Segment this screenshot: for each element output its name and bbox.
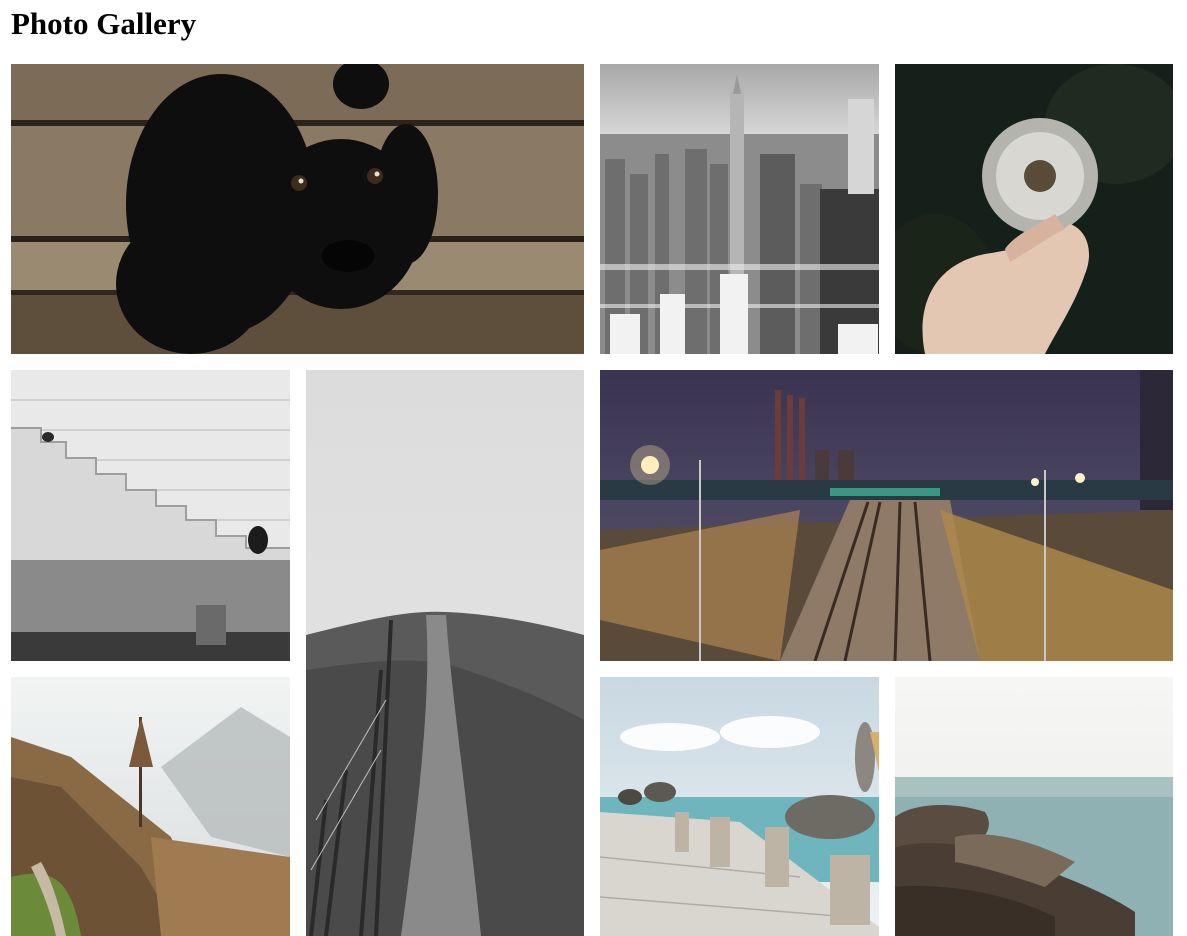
photo-stairs[interactable] [11,370,290,661]
photo-forest[interactable] [11,677,290,936]
photo-pelican[interactable] [600,677,879,936]
dog-photo-image [11,64,584,354]
stairs-photo-image [11,370,290,661]
page: Photo Gallery [0,0,1187,936]
city-photo-image [600,64,879,354]
dandelion-photo-image [895,64,1173,354]
rocks-photo-image [895,677,1173,936]
forest-photo-image [11,677,290,936]
photo-rocks[interactable] [895,677,1173,936]
photo-city[interactable] [600,64,879,354]
photo-railway[interactable] [600,370,1173,661]
hill-photo-image [306,370,584,936]
photo-hill[interactable] [306,370,584,936]
photo-dog[interactable] [11,64,584,354]
page-title: Photo Gallery [11,6,197,41]
railway-photo-image [600,370,1173,661]
photo-dandelion[interactable] [895,64,1173,354]
pelican-photo-image [600,677,879,936]
photo-grid [11,64,1173,936]
